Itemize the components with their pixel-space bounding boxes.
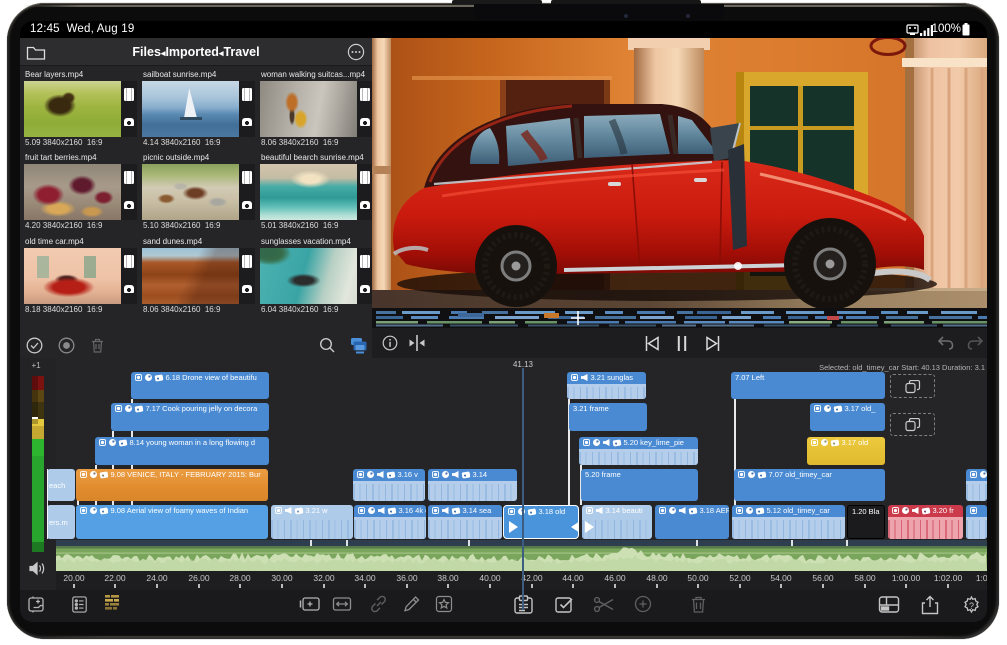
svg-text:?: ?	[969, 601, 974, 611]
